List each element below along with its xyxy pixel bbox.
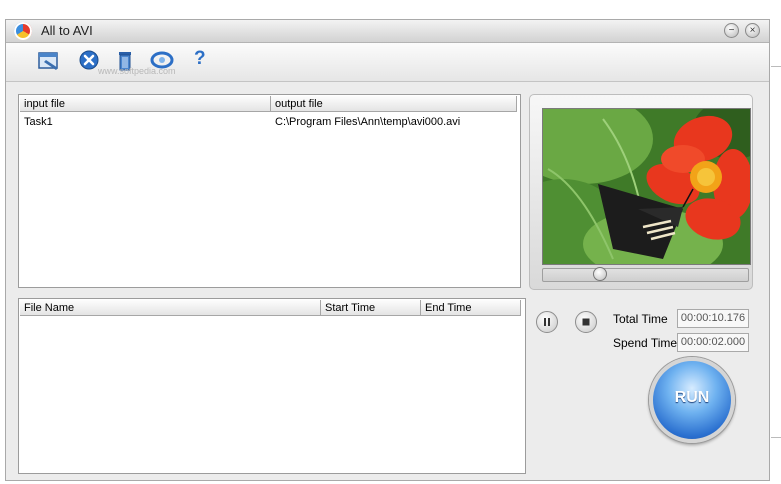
window-title: All to AVI xyxy=(41,23,93,38)
close-button[interactable]: × xyxy=(745,23,760,38)
column-header-end-time[interactable]: End Time xyxy=(421,300,521,316)
spend-time-value: 00:00:02.000 xyxy=(677,333,749,352)
toolbar: ? xyxy=(6,43,769,82)
stop-button[interactable] xyxy=(575,311,597,333)
column-header-output-file[interactable]: output file xyxy=(271,96,517,112)
run-button[interactable]: RUN xyxy=(649,357,735,443)
task-input-cell: Task1 xyxy=(24,116,53,128)
edge-line xyxy=(771,437,781,438)
seek-slider[interactable] xyxy=(542,267,749,282)
task-output-cell: C:\Program Files\Ann\temp\avi000.avi xyxy=(275,116,461,128)
pause-button[interactable] xyxy=(536,311,558,333)
run-button-label: RUN xyxy=(674,389,710,406)
column-header-file-name[interactable]: File Name xyxy=(20,300,321,316)
preview-monitor xyxy=(529,94,753,290)
edge-line xyxy=(771,66,781,67)
help-button[interactable]: ? xyxy=(188,48,214,74)
minimize-button[interactable]: − xyxy=(724,23,739,38)
total-time-value: 00:00:10.176 xyxy=(677,309,749,328)
pause-icon xyxy=(544,318,550,326)
stop-icon xyxy=(582,318,590,326)
total-time-label: Total Time xyxy=(613,312,668,326)
watermark: www.softpedia.com xyxy=(98,66,176,76)
column-header-start-time[interactable]: Start Time xyxy=(321,300,421,316)
open-file-button[interactable] xyxy=(36,48,62,74)
video-preview xyxy=(542,108,751,265)
flower-butterfly-image xyxy=(543,109,750,264)
column-header-input-file[interactable]: input file xyxy=(20,96,271,112)
help-icon: ? xyxy=(194,48,206,69)
app-window: All to AVI − × ? www.softpedia.com input… xyxy=(5,19,770,481)
seek-slider-thumb[interactable] xyxy=(593,267,607,281)
spend-time-label: Spend Time xyxy=(613,336,678,350)
app-logo-icon xyxy=(14,22,32,40)
task-list[interactable]: input file output file Task1 C:\Program … xyxy=(18,94,521,288)
segment-list[interactable]: File Name Start Time End Time xyxy=(18,298,526,474)
open-icon xyxy=(38,52,58,70)
title-bar[interactable]: All to AVI − × xyxy=(6,20,769,43)
